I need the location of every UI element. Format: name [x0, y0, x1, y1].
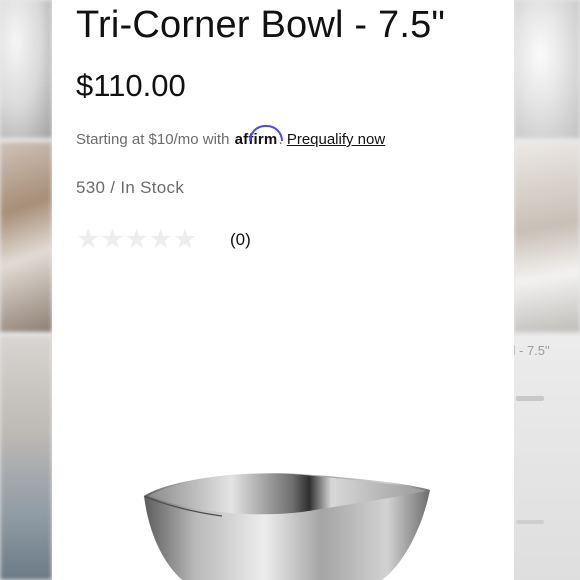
product-title: Tri-Corner Bowl - 7.5": [76, 4, 446, 46]
star-icon: ★: [124, 223, 149, 254]
stock-status: 530 / In Stock: [76, 178, 185, 197]
financing-line: Starting at $10/mo with affirm . Prequal…: [76, 125, 385, 148]
rating-row[interactable]: ★ ★ ★ ★ ★ (0): [76, 223, 251, 254]
review-count[interactable]: (0): [230, 230, 251, 250]
background-text-fragment: [516, 396, 544, 401]
affirm-arc-icon: [248, 125, 283, 141]
background-bowl-photo: [0, 0, 52, 138]
product-price: $110.00: [76, 68, 186, 103]
star-icon: ★: [172, 223, 198, 254]
prequalify-link[interactable]: Prequalify now: [287, 131, 385, 148]
background-lifestyle-photo: [0, 336, 52, 580]
background-bowl-photo: [514, 0, 580, 138]
financing-text: Starting at $10/mo with: [76, 131, 230, 148]
product-card: Tri-Corner Bowl - 7.5" $110.00 Starting …: [52, 0, 514, 580]
star-icon: ★: [100, 223, 125, 254]
background-text-fragment: [516, 520, 544, 524]
background-lifestyle-photo: [0, 142, 52, 332]
affirm-logo: affirm: [235, 125, 283, 148]
star-icon: ★: [76, 223, 101, 254]
product-image: [143, 472, 430, 580]
star-rating: ★ ★ ★ ★ ★: [76, 223, 198, 254]
background-lifestyle-photo: [514, 142, 580, 332]
star-icon: ★: [148, 223, 173, 254]
background-listing-panel: [514, 336, 580, 580]
